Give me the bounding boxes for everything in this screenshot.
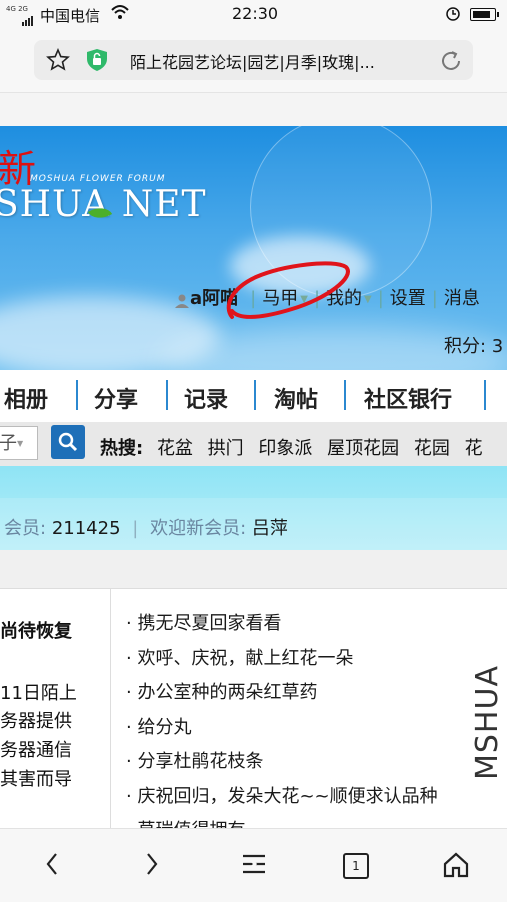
tab-album[interactable]: 相册 — [4, 382, 48, 414]
menu-divider: | — [431, 288, 438, 309]
notice-line: 其害而导 — [0, 769, 72, 790]
search-button[interactable] — [51, 425, 85, 459]
wifi-icon — [110, 3, 130, 25]
nav-divider — [166, 380, 168, 410]
browser-address-bar: 陌上花园艺论坛|园艺|月季|玫瑰|... — [0, 30, 507, 93]
hot-term[interactable]: 印象派 — [258, 438, 312, 459]
menu-icon[interactable] — [241, 851, 267, 881]
security-shield-icon[interactable] — [86, 48, 108, 72]
hot-term[interactable]: 屋顶花园 — [327, 438, 399, 459]
new-member-link[interactable]: 吕萍 — [252, 518, 288, 539]
nav-divider — [344, 380, 346, 410]
notice-line: 11日陌上 — [0, 683, 77, 704]
nav-divider — [254, 380, 256, 410]
hot-term[interactable]: 花盆 — [157, 438, 193, 459]
notice-line: 务器提供 — [0, 711, 72, 732]
search-icon — [58, 432, 78, 452]
forum-banner: 新 MOSHUA FLOWER FORUM SHUA NET a阿喵 | 马甲 ▼ | 我… — [0, 126, 507, 370]
forum-content: 尚待恢复 11日陌上 务器提供 务器通信 其害而导 · 携无尽夏回家看看 · 欢… — [0, 588, 507, 829]
nav-divider — [76, 380, 78, 410]
signal-icon — [22, 8, 34, 26]
member-stats: 会员: 211425 | 欢迎新会员: 吕萍 — [0, 498, 507, 550]
thread-link[interactable]: · 分享杜鹃花枝条 — [126, 747, 438, 782]
notice-heading[interactable]: 尚待恢复 — [0, 617, 72, 643]
banner-tagline: MOSHUA FLOWER FORUM — [30, 174, 166, 184]
hot-term[interactable]: 拱门 — [208, 438, 244, 459]
url-field[interactable]: 陌上花园艺论坛|园艺|月季|玫瑰|... — [34, 40, 473, 80]
separator: | — [132, 518, 139, 539]
forward-icon[interactable] — [142, 851, 162, 881]
hot-search-list: 热搜: 花盆 拱门 印象派 屋顶花园 花园 花 — [100, 434, 492, 460]
user-icon — [174, 292, 190, 308]
user-score[interactable]: 积分: 3 — [444, 332, 503, 358]
search-type-select[interactable]: 子▼ — [0, 426, 38, 460]
welcome-label: 欢迎新会员: — [150, 518, 247, 539]
tab-records[interactable]: 记录 — [184, 382, 228, 414]
browser-toolbar: 1 — [0, 828, 507, 902]
home-icon[interactable] — [442, 851, 470, 883]
thread-link[interactable]: · 给分丸 — [126, 713, 438, 748]
alarm-icon — [445, 4, 461, 26]
search-bar: 子▼ 热搜: 花盆 拱门 印象派 屋顶花园 花园 花 — [0, 422, 507, 466]
site-logo[interactable]: SHUA NET — [0, 184, 207, 225]
red-circle-annotation — [226, 261, 350, 319]
thread-link[interactable]: · 欢呼、庆祝，献上红花一朵 — [126, 644, 438, 679]
hot-term[interactable]: 花园 — [414, 438, 450, 459]
watermark: MSHUA — [470, 665, 505, 780]
section-gap — [0, 550, 507, 588]
forum-nav: 相册 分享 记录 淘帖 社区银行 — [0, 370, 507, 423]
member-count: 211425 — [51, 518, 121, 539]
hot-search-label: 热搜: — [100, 438, 144, 459]
member-count-label: 会员: — [4, 518, 47, 539]
thread-link[interactable]: · 携无尽夏回家看看 — [126, 609, 438, 644]
chevron-down-icon: ▼ — [364, 293, 372, 305]
tabs-button[interactable]: 1 — [343, 853, 369, 879]
back-icon[interactable] — [42, 851, 62, 881]
status-bar: 4G 2G 中国电信 22:30 — [0, 0, 507, 30]
thread-link[interactable]: · 庆祝回归，发朵大花~~顺便求认品种 — [126, 782, 438, 817]
thread-link[interactable]: · 办公室种的两朵红草药 — [126, 678, 438, 713]
carrier-name: 中国电信 — [40, 7, 101, 25]
notice-panel: 尚待恢复 11日陌上 务器提供 务器通信 其害而导 — [0, 589, 111, 829]
notice-line: 务器通信 — [0, 740, 72, 761]
settings-link[interactable]: 设置 — [390, 288, 426, 309]
tab-community-bank[interactable]: 社区银行 — [364, 382, 452, 414]
menu-divider: | — [377, 288, 384, 309]
reload-icon[interactable] — [439, 49, 463, 77]
hot-term[interactable]: 花 — [465, 438, 483, 459]
search-type-value: 子 — [0, 433, 17, 454]
tab-taotie[interactable]: 淘帖 — [274, 382, 318, 414]
battery-icon — [470, 8, 499, 21]
clock: 22:30 — [232, 4, 279, 23]
bookmark-star-icon[interactable] — [46, 47, 70, 76]
nav-divider — [484, 380, 486, 410]
tab-share[interactable]: 分享 — [94, 382, 138, 414]
page-title[interactable]: 陌上花园艺论坛|园艺|月季|玫瑰|... — [130, 49, 430, 73]
messages-link[interactable]: 消息 — [444, 288, 480, 309]
thread-list: · 携无尽夏回家看看 · 欢呼、庆祝，献上红花一朵 · 办公室种的两朵红草药 ·… — [126, 609, 438, 829]
chevron-down-icon: ▼ — [17, 439, 24, 448]
